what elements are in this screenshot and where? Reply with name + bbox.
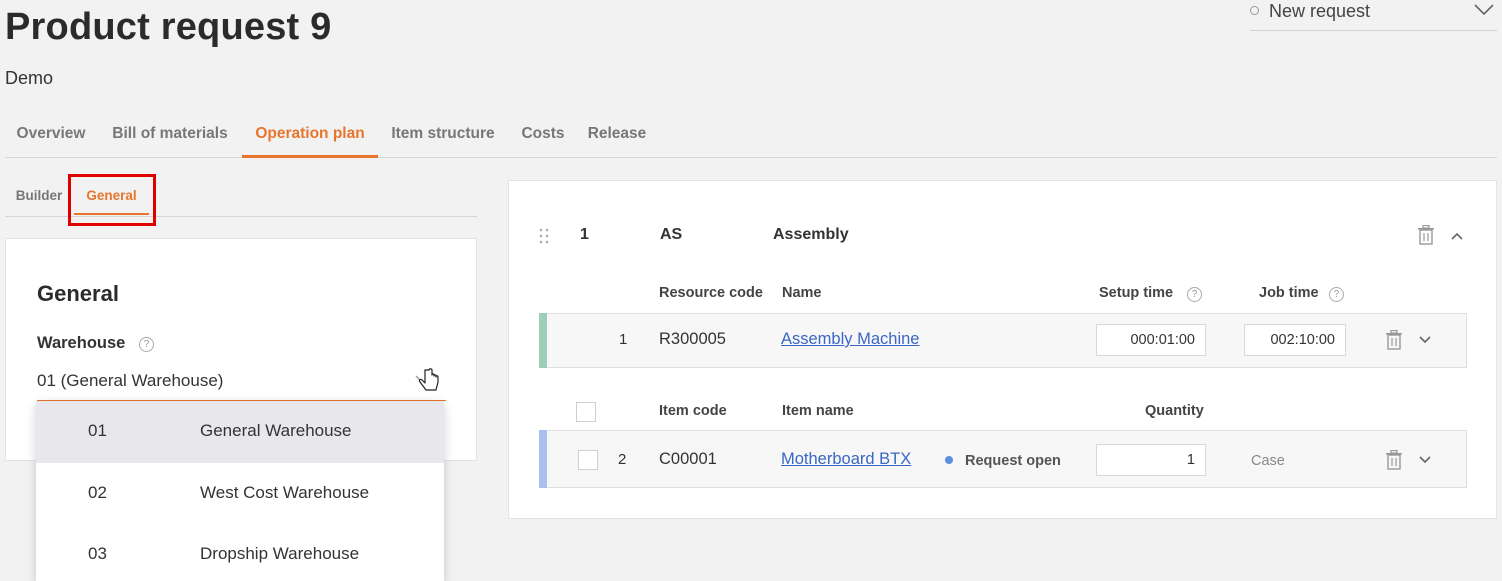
- chevron-down-icon[interactable]: [1418, 455, 1432, 465]
- col-name: Name: [782, 285, 822, 301]
- chevron-up-icon[interactable]: [1450, 231, 1464, 241]
- option-code: 02: [88, 483, 107, 502]
- warehouse-select[interactable]: 01 (General Warehouse): [37, 367, 446, 401]
- row-number: 1: [619, 331, 628, 348]
- item-code: C00001: [659, 450, 717, 468]
- option-name: Dropship Warehouse: [200, 544, 360, 563]
- warehouse-dropdown: 01 General Warehouse 02 West Cost Wareho…: [36, 401, 444, 581]
- help-icon[interactable]: ?: [139, 337, 154, 352]
- page-subtitle: Demo: [5, 68, 54, 88]
- status-label: New request: [1269, 1, 1371, 21]
- tab-costs[interactable]: Costs: [513, 112, 573, 158]
- col-item-code: Item code: [659, 403, 727, 419]
- tab-release[interactable]: Release: [581, 112, 653, 158]
- help-icon[interactable]: ?: [1329, 287, 1344, 302]
- col-resource-code: Resource code: [659, 285, 763, 301]
- item-status: Request open: [965, 453, 1061, 469]
- warehouse-value: 01 (General Warehouse): [37, 371, 224, 390]
- page-title: Product request 9: [5, 6, 332, 48]
- item-row: 2 C00001 Motherboard BTX Request open 1 …: [539, 430, 1467, 488]
- quantity-input[interactable]: 1: [1096, 444, 1206, 476]
- hand-cursor-icon: [418, 368, 439, 391]
- trash-icon[interactable]: [1385, 330, 1403, 350]
- operation-number: 1: [580, 226, 589, 243]
- job-time-input[interactable]: 002:10:00: [1244, 324, 1346, 356]
- resource-name-link[interactable]: Assembly Machine: [781, 330, 919, 349]
- option-code: 01: [88, 421, 107, 440]
- operation-card: 1 AS Assembly Resource code Name Setup t…: [508, 180, 1497, 519]
- operation-name: Assembly: [773, 226, 849, 243]
- drag-handle-icon[interactable]: [539, 228, 549, 244]
- option-name: West Cost Warehouse: [200, 483, 370, 502]
- option-code: 03: [88, 544, 107, 563]
- operation-code: AS: [660, 226, 683, 243]
- resource-row: 1 R300005 Assembly Machine 000:01:00 002…: [539, 313, 1467, 368]
- dropdown-option[interactable]: 02 West Cost Warehouse: [36, 463, 444, 525]
- dropdown-option[interactable]: 01 General Warehouse: [36, 401, 444, 463]
- row-checkbox[interactable]: [578, 450, 598, 470]
- item-name-link[interactable]: Motherboard BTX: [781, 450, 911, 469]
- setup-time-input[interactable]: 000:01:00: [1096, 324, 1206, 356]
- trash-icon[interactable]: [1417, 225, 1435, 245]
- warehouse-label: Warehouse: [37, 334, 126, 352]
- tab-item-structure[interactable]: Item structure: [382, 112, 504, 158]
- tab-bill-of-materials[interactable]: Bill of materials: [101, 112, 239, 158]
- tab-operation-plan[interactable]: Operation plan: [242, 112, 378, 158]
- col-job-time: Job time: [1259, 285, 1319, 301]
- col-item-name: Item name: [782, 403, 854, 419]
- subtab-builder[interactable]: Builder: [10, 180, 68, 216]
- chevron-down-icon[interactable]: [1418, 335, 1432, 345]
- status-dot-icon: [945, 456, 953, 464]
- status-select[interactable]: New request: [1250, 0, 1497, 31]
- row-stripe: [539, 430, 547, 488]
- row-stripe: [539, 313, 547, 368]
- col-quantity: Quantity: [1145, 403, 1204, 419]
- unit-label: Case: [1251, 453, 1285, 469]
- dropdown-option[interactable]: 03 Dropship Warehouse: [36, 524, 444, 581]
- select-all-checkbox[interactable]: [576, 402, 596, 422]
- option-name: General Warehouse: [200, 421, 352, 440]
- help-icon[interactable]: ?: [1187, 287, 1202, 302]
- status-circle-icon: [1250, 6, 1259, 15]
- row-number: 2: [618, 451, 627, 468]
- general-title: General: [37, 281, 119, 306]
- resource-code: R300005: [659, 330, 726, 348]
- trash-icon[interactable]: [1385, 450, 1403, 470]
- chevron-down-icon: [1474, 4, 1494, 16]
- highlight-annotation: [68, 174, 156, 226]
- col-setup-time: Setup time: [1099, 285, 1174, 301]
- tab-overview[interactable]: Overview: [5, 112, 97, 158]
- main-tabs: Overview Bill of materials Operation pla…: [5, 112, 1497, 158]
